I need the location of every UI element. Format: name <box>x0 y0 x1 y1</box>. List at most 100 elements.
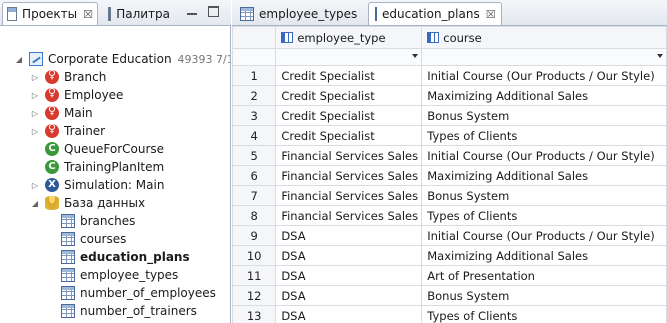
course-cell[interactable]: Initial Course (Our Products / Our Style… <box>421 225 667 246</box>
employee-type-cell[interactable]: Credit Specialist <box>275 125 423 146</box>
db-table-label: courses <box>80 232 127 246</box>
row-number-cell[interactable]: 4 <box>232 125 277 146</box>
filter-spacer <box>232 48 277 66</box>
employee-type-cell[interactable]: DSA <box>275 265 423 286</box>
db-table-courses[interactable]: courses <box>0 230 230 248</box>
table-row[interactable]: 5 Financial Services Sales Initial Course … <box>232 145 667 166</box>
tree-item-database[interactable]: ◢ База данных <box>0 194 230 212</box>
employee-type-cell[interactable]: Financial Services Sales <box>275 165 423 186</box>
course-cell[interactable]: Bonus System <box>421 105 667 126</box>
tab-palette[interactable]: Палитра <box>104 2 174 25</box>
course-cell[interactable]: Types of Clients <box>421 305 667 323</box>
employee-type-cell[interactable]: Financial Services Sales <box>275 205 423 226</box>
row-number-cell[interactable]: 12 <box>232 285 277 306</box>
tab-projects[interactable]: Проекты ☒ <box>2 2 98 25</box>
employee-type-cell[interactable]: Credit Specialist <box>275 65 423 86</box>
course-cell[interactable]: Bonus System <box>421 185 667 206</box>
table-row[interactable]: 3 Credit Specialist Bonus System <box>232 105 667 126</box>
project-tree: ◢ Corporate Education 49393 7/13/ ▷ Bran… <box>0 26 230 323</box>
table-row[interactable]: 12 DSA Bonus System <box>232 285 667 306</box>
row-number-cell[interactable]: 10 <box>232 245 277 266</box>
employee-type-cell[interactable]: DSA <box>275 245 423 266</box>
close-icon[interactable]: ☒ <box>486 8 496 21</box>
course-cell[interactable]: Maximizing Additional Sales <box>421 245 667 266</box>
row-number-cell[interactable]: 9 <box>232 225 277 246</box>
employee-type-cell[interactable]: DSA <box>275 285 423 306</box>
filter-employee-type[interactable] <box>275 48 423 66</box>
employee-type-cell[interactable]: Financial Services Sales <box>275 185 423 206</box>
collapse-arrow-icon[interactable]: ▷ <box>30 127 40 136</box>
course-cell[interactable]: Types of Clients <box>421 205 667 226</box>
tab-education-plans[interactable]: education_plans ☒ <box>368 2 502 25</box>
column-label: employee_type <box>297 30 386 45</box>
column-header-course[interactable]: course <box>421 26 667 49</box>
db-table-education-plans[interactable]: education_plans <box>0 248 230 266</box>
row-number-cell[interactable]: 7 <box>232 185 277 206</box>
row-number-cell[interactable]: 3 <box>232 105 277 126</box>
tree-item-label: Branch <box>64 70 107 84</box>
expand-arrow-icon[interactable]: ◢ <box>14 55 24 64</box>
table-row[interactable]: 11 DSA Art of Presentation <box>232 265 667 286</box>
table-row[interactable]: 9 DSA Initial Course (Our Products / Our S… <box>232 225 667 246</box>
column-header-employee-type[interactable]: employee_type <box>275 26 423 49</box>
tree-root-node[interactable]: ◢ Corporate Education 49393 7/13/ <box>0 50 230 68</box>
row-number-cell[interactable]: 8 <box>232 205 277 226</box>
table-row[interactable]: 2 Credit Specialist Maximizing Additional … <box>232 85 667 106</box>
tree-item-branch[interactable]: ▷ Branch <box>0 68 230 86</box>
employee-type-cell[interactable]: DSA <box>275 305 423 323</box>
collapse-arrow-icon[interactable]: ▷ <box>30 91 40 100</box>
maximize-icon[interactable] <box>208 6 219 17</box>
tree-item-label: Main <box>64 106 93 120</box>
row-number-cell[interactable]: 1 <box>232 65 277 86</box>
course-cell[interactable]: Maximizing Additional Sales <box>421 165 667 186</box>
row-number-cell[interactable]: 6 <box>232 165 277 186</box>
agent-icon <box>45 104 59 120</box>
tree-item-employee[interactable]: ▷ Employee <box>0 86 230 104</box>
course-cell[interactable]: Types of Clients <box>421 125 667 146</box>
employee-type-cell[interactable]: DSA <box>275 225 423 246</box>
tree-item-simulation[interactable]: ▷ X Simulation: Main <box>0 176 230 194</box>
tree-item-label: TrainingPlanItem <box>64 160 165 174</box>
row-number-cell[interactable]: 5 <box>232 145 277 166</box>
tree-item-queueforcourse[interactable]: C QueueForCourse <box>0 140 230 158</box>
table-row[interactable]: 13 DSA Types of Clients <box>232 305 667 323</box>
tree-item-main[interactable]: ▷ Main <box>0 104 230 122</box>
dropdown-arrow-icon[interactable] <box>412 54 419 58</box>
filter-course[interactable] <box>421 48 667 66</box>
row-number-cell[interactable]: 11 <box>232 265 277 286</box>
employee-type-cell[interactable]: Credit Specialist <box>275 85 423 106</box>
tab-employee-types[interactable]: employee_types <box>234 2 366 25</box>
table-icon <box>240 6 254 21</box>
course-cell[interactable]: Initial Course (Our Products / Our Style… <box>421 65 667 86</box>
expand-arrow-icon[interactable]: ◢ <box>30 199 40 208</box>
row-number-cell[interactable]: 2 <box>232 85 277 106</box>
close-icon[interactable]: ☒ <box>83 8 93 21</box>
row-number-cell[interactable]: 13 <box>232 305 277 323</box>
tab-palette-label: Палитра <box>116 6 170 21</box>
table-row[interactable]: 4 Credit Specialist Types of Clients <box>232 125 667 146</box>
table-row[interactable]: 10 DSA Maximizing Additional Sales <box>232 245 667 266</box>
db-table-number-of-trainers[interactable]: number_of_trainers <box>0 302 230 320</box>
db-table-number-of-employees[interactable]: number_of_employees <box>0 284 230 302</box>
employee-type-cell[interactable]: Financial Services Sales <box>275 145 423 166</box>
db-table-branches[interactable]: branches <box>0 212 230 230</box>
course-cell[interactable]: Bonus System <box>421 285 667 306</box>
table-row[interactable]: 6 Financial Services Sales Maximizing Addi… <box>232 165 667 186</box>
table-row[interactable]: 8 Financial Services Sales Types of Client… <box>232 205 667 226</box>
course-cell[interactable]: Art of Presentation <box>421 265 667 286</box>
collapse-arrow-icon[interactable]: ▷ <box>30 109 40 118</box>
tree-item-trainer[interactable]: ▷ Trainer <box>0 122 230 140</box>
tab-education-plans-label: education_plans <box>382 7 480 21</box>
db-table-employee-types[interactable]: employee_types <box>0 266 230 284</box>
tree-item-trainingplanitem[interactable]: C TrainingPlanItem <box>0 158 230 176</box>
table-row[interactable]: 1 Credit Specialist Initial Course (Our Pr… <box>232 65 667 86</box>
dropdown-arrow-icon[interactable] <box>657 54 663 58</box>
collapse-arrow-icon[interactable]: ▷ <box>30 181 40 190</box>
minimize-icon[interactable] <box>186 6 198 18</box>
table-row[interactable]: 7 Financial Services Sales Bonus System <box>232 185 667 206</box>
table-icon <box>375 7 377 21</box>
course-cell[interactable]: Maximizing Additional Sales <box>421 85 667 106</box>
employee-type-cell[interactable]: Credit Specialist <box>275 105 423 126</box>
course-cell[interactable]: Initial Course (Our Products / Our Style… <box>421 145 667 166</box>
collapse-arrow-icon[interactable]: ▷ <box>30 73 40 82</box>
